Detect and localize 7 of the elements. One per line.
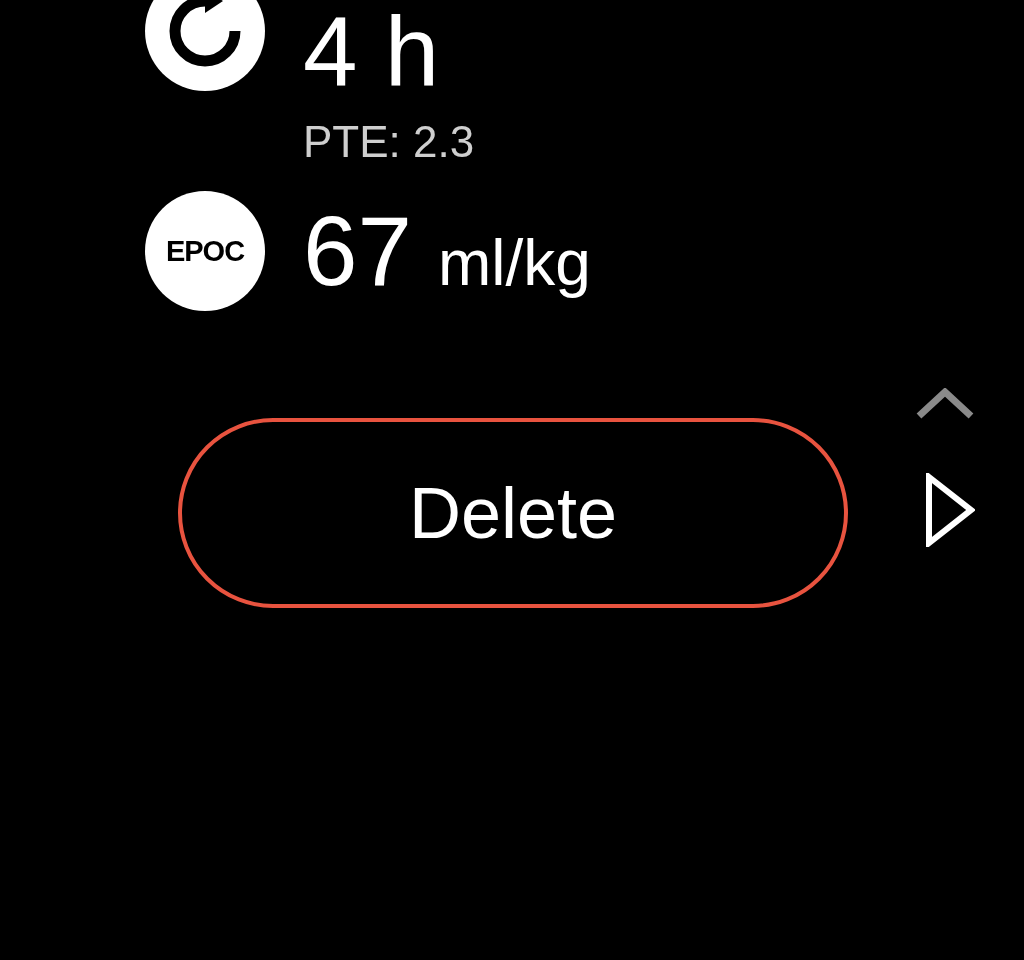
metric-detail: PTE: 2.3 [303,116,475,168]
chevron-up-icon [915,388,975,420]
metric-value: 4 h [303,2,440,100]
play-icon [925,473,975,547]
metric-value: 67 [303,202,412,300]
epoc-badge: EPOC [145,191,265,311]
delete-button[interactable]: Delete [178,418,848,608]
